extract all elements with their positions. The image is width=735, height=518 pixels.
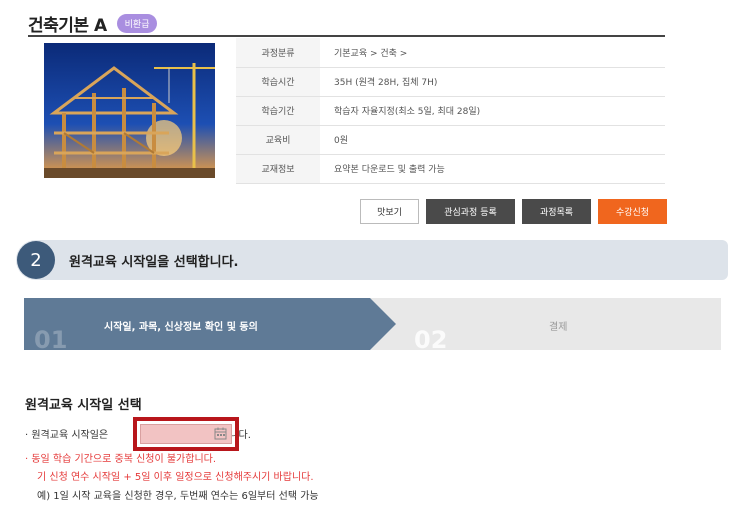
calendar-icon[interactable] (214, 427, 227, 440)
add-wishlist-button[interactable]: 관심과정 등록 (426, 199, 515, 224)
info-value: 학습자 자율지정(최소 5일, 최대 28일) (320, 96, 665, 126)
info-label: 교재정보 (236, 154, 320, 184)
apply-button[interactable]: 수강신청 (598, 199, 667, 224)
progress-step2-number: 02 (414, 326, 448, 354)
info-value: 35H (원격 28H, 집체 7H) (320, 67, 665, 97)
preview-button[interactable]: 맛보기 (360, 199, 419, 224)
schedule-warning: 기 신청 연수 시작일 + 5일 이후 일정으로 신청해주시기 바랍니다. (37, 472, 314, 483)
info-label: 과정분류 (236, 38, 320, 68)
step-number: 2 (17, 241, 55, 279)
progress-steps: 01 시작일, 과목, 신상정보 확인 및 동의 02 결제 (24, 298, 721, 354)
info-label: 학습기간 (236, 96, 320, 126)
course-title: 건축기본 A (28, 15, 107, 36)
course-list-button[interactable]: 과정목록 (522, 199, 591, 224)
date-highlight (133, 417, 239, 451)
progress-step1-label: 시작일, 과목, 신상정보 확인 및 동의 (104, 322, 258, 333)
example-note: 예) 1일 시작 교육을 신청한 경우, 두번째 연수는 6일부터 선택 가능 (37, 491, 319, 502)
start-date-prefix: · 원격교육 시작일은 (25, 430, 109, 441)
info-value: 기본교육 > 건축 > (320, 38, 665, 68)
info-label: 학습시간 (236, 67, 320, 97)
info-value: 요약본 다운로드 및 출력 가능 (320, 154, 665, 184)
table-row: 학습시간 35H (원격 28H, 집체 7H) (236, 67, 665, 97)
info-label: 교육비 (236, 125, 320, 155)
action-buttons: 맛보기 관심과정 등록 과정목록 수강신청 (360, 199, 667, 224)
progress-step2-label: 결제 (549, 322, 568, 333)
title-divider (28, 35, 665, 37)
non-refund-badge: 비환급 (116, 13, 158, 33)
info-value: 0원 (320, 125, 665, 155)
table-row: 교재정보 요약본 다운로드 및 출력 가능 (236, 154, 665, 184)
step-instruction: 원격교육 시작일을 선택합니다. (69, 254, 239, 270)
course-title-row: 건축기본 A 비환급 (28, 10, 158, 36)
table-row: 교육비 0원 (236, 125, 665, 155)
start-date-title: 원격교육 시작일 선택 (25, 398, 142, 413)
course-thumbnail (44, 43, 215, 178)
progress-step1-number: 01 (34, 326, 68, 354)
table-row: 학습기간 학습자 자율지정(최소 5일, 최대 28일) (236, 96, 665, 126)
duplicate-warning: · 동일 학습 기간으로 중복 신청이 불가합니다. (25, 454, 217, 465)
step-banner: 2 원격교육 시작일을 선택합니다. (16, 240, 728, 280)
course-info-table: 과정분류 기본교육 > 건축 > 학습시간 35H (원격 28H, 집체 7H… (236, 38, 665, 184)
construction-image (44, 43, 215, 178)
table-row: 과정분류 기본교육 > 건축 > (236, 38, 665, 68)
